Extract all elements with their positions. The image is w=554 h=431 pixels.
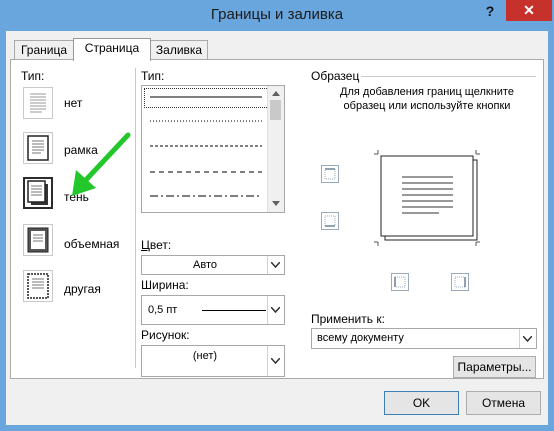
help-button[interactable]: ?: [480, 3, 500, 23]
right-border-button[interactable]: [451, 273, 469, 291]
setting-3d-icon[interactable]: [23, 224, 53, 256]
options-button[interactable]: Параметры...: [453, 356, 536, 378]
style-scrollbar[interactable]: [267, 86, 284, 212]
dialog-window: Границы и заливка ? ✕ Граница Страница З…: [0, 0, 554, 431]
bottom-border-button[interactable]: [321, 212, 339, 230]
preview-hint: Для добавления границ щелкните образец и…: [340, 86, 514, 112]
art-select[interactable]: (нет): [141, 345, 285, 377]
apply-to-value: всему документу: [317, 332, 404, 344]
close-button[interactable]: ✕: [506, 0, 552, 21]
apply-to-label: Применить к:: [311, 312, 385, 326]
title-bar: Границы и заливка ? ✕: [0, 0, 554, 31]
green-arrow-icon: [72, 132, 131, 196]
scroll-down-icon[interactable]: [272, 201, 280, 206]
chevron-down-icon: [523, 335, 532, 342]
color-label: Цвет:: [141, 238, 172, 252]
setting-3d-label[interactable]: объемная: [64, 237, 119, 251]
line-style-list[interactable]: [141, 85, 285, 213]
preview-page[interactable]: [373, 150, 481, 246]
setting-label: Тип:: [21, 69, 45, 83]
color-select[interactable]: Авто: [141, 255, 285, 275]
scroll-thumb[interactable]: [270, 100, 281, 120]
setting-none-label[interactable]: нет: [64, 96, 82, 110]
scroll-up-icon[interactable]: [272, 91, 280, 96]
setting-custom-icon[interactable]: [23, 270, 53, 302]
art-label: Рисунок:: [141, 328, 190, 342]
setting-box-icon[interactable]: [23, 132, 53, 164]
tab-page-border[interactable]: Страница: [73, 38, 151, 61]
width-label: Ширина:: [141, 278, 189, 292]
width-select[interactable]: 0,5 пт: [141, 295, 285, 325]
tab-borders[interactable]: Граница: [14, 40, 74, 59]
dialog-title: Границы и заливка: [210, 6, 344, 23]
column-divider: [135, 68, 136, 368]
width-value: 0,5 пт: [148, 304, 178, 316]
chevron-down-icon: [271, 262, 280, 268]
cancel-button[interactable]: Отмена: [466, 391, 541, 415]
chevron-down-icon: [271, 358, 280, 364]
setting-shadow-icon[interactable]: [23, 177, 53, 209]
width-sample-line: [202, 310, 266, 311]
left-border-button[interactable]: [391, 273, 409, 291]
setting-custom-label[interactable]: другая: [64, 282, 101, 296]
line-style-samples: [150, 96, 262, 197]
ok-button[interactable]: OK: [384, 391, 459, 415]
chevron-down-icon: [271, 307, 280, 313]
art-value: (нет): [192, 350, 218, 362]
dialog-body: Граница Страница Заливка Тип: нет рамка …: [6, 31, 548, 425]
top-border-button[interactable]: [321, 165, 339, 183]
color-value: Авто: [193, 259, 217, 271]
preview-group-line: [361, 76, 536, 77]
setting-none-icon[interactable]: [23, 87, 53, 119]
tab-panel: Тип: нет рамка тень объемная другая Тип:…: [10, 59, 544, 379]
preview-label: Образец: [311, 69, 360, 83]
apply-to-select[interactable]: всему документу: [311, 328, 537, 349]
tab-shading[interactable]: Заливка: [150, 40, 208, 59]
style-label: Тип:: [141, 69, 165, 83]
